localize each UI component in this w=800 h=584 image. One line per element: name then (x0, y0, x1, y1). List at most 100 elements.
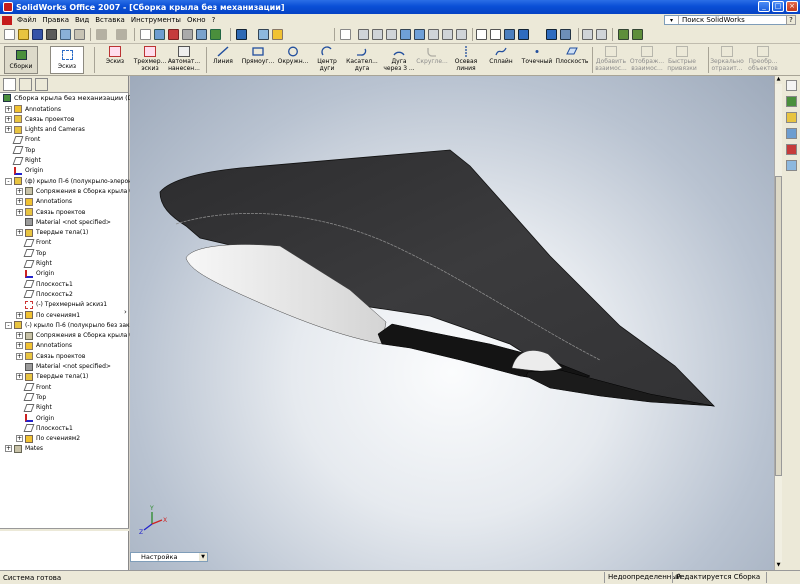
hidden-lines-removed-icon[interactable] (490, 29, 501, 40)
zoom-in-out-icon[interactable] (386, 29, 397, 40)
hidden-lines-visible-icon[interactable] (476, 29, 487, 40)
select-icon[interactable] (140, 29, 151, 40)
document-icon[interactable] (2, 15, 12, 25)
tree-item[interactable]: Right (0, 259, 52, 269)
tree-item[interactable]: Front (0, 382, 51, 392)
undo-icon[interactable] (96, 29, 107, 40)
scroll-up-icon[interactable]: ▲ (775, 76, 782, 84)
menu-insert[interactable]: Вставка (92, 16, 128, 24)
centerline-button[interactable]: Осевая линия (452, 46, 480, 74)
tree-root[interactable]: Сборка крыла без механизации (Defa (3, 94, 143, 102)
expand-icon[interactable]: + (5, 445, 12, 453)
zoom-window-icon[interactable] (258, 29, 269, 40)
tree-item[interactable]: + Mates (0, 444, 43, 454)
tree-item[interactable]: + По сечениям2 (0, 434, 80, 444)
wireframe-icon[interactable] (456, 29, 467, 40)
shaded-with-edges-icon[interactable] (504, 29, 515, 40)
search-box[interactable]: ▾ Поиск SolidWorks ? (664, 15, 796, 25)
search-icon[interactable] (786, 128, 797, 139)
new-document-icon[interactable] (4, 29, 15, 40)
search-input[interactable]: Поиск SolidWorks (679, 16, 745, 24)
menu-tools[interactable]: Инструменты (128, 16, 184, 24)
display-relations-button[interactable]: Отображ... взаимос... (630, 46, 664, 74)
collapse-icon[interactable]: - (5, 321, 12, 329)
options-icon[interactable] (196, 29, 207, 40)
tree-item[interactable]: Top (0, 248, 46, 258)
tree-item[interactable]: - (-) крыло П-6 (полукрыло без закр (0, 320, 133, 330)
menu-window[interactable]: Окно (184, 16, 209, 24)
search-dropdown-icon[interactable]: ▾ (665, 16, 679, 24)
tree-item[interactable]: (-) Трехмерный эскиз1 (0, 300, 107, 310)
expand-icon[interactable]: + (16, 342, 23, 350)
panel-splitter[interactable] (0, 528, 129, 531)
tree-item[interactable]: Плоскость1 (0, 279, 73, 289)
menu-file[interactable]: Файл (14, 16, 39, 24)
tree-item[interactable]: + Твердые тела(1) (0, 228, 88, 238)
menu-edit[interactable]: Правка (39, 16, 72, 24)
file-explorer-icon[interactable] (786, 112, 797, 123)
resources-icon[interactable] (786, 80, 797, 91)
open-icon[interactable] (18, 29, 29, 40)
expand-icon[interactable]: + (16, 373, 23, 381)
plane-button[interactable]: Плоскость (556, 46, 588, 74)
rebuild-icon[interactable] (154, 29, 165, 40)
design-library-icon[interactable] (786, 96, 797, 107)
expand-icon[interactable]: + (16, 352, 23, 360)
shadows-icon[interactable] (546, 29, 557, 40)
traffic-light-icon[interactable] (168, 29, 179, 40)
print-preview-icon[interactable] (60, 29, 71, 40)
rectangle-button[interactable]: Прямоуг... (240, 46, 276, 74)
expand-icon[interactable]: + (16, 187, 23, 195)
expand-icon[interactable]: + (5, 115, 12, 123)
expand-icon[interactable]: + (5, 105, 12, 113)
tree-item[interactable]: Front (0, 238, 51, 248)
feature-tree-tab-icon[interactable] (3, 78, 16, 91)
tree-item[interactable]: + По сечениям1 (0, 310, 80, 320)
render-icon[interactable] (632, 29, 643, 40)
tree-item[interactable]: Top (0, 145, 35, 155)
mirror-entities-button[interactable]: Зеркально отразит... (710, 46, 744, 74)
expand-icon[interactable]: + (16, 435, 23, 443)
menu-view[interactable]: Вид (72, 16, 92, 24)
expand-icon[interactable]: + (16, 198, 23, 206)
tree-item[interactable]: Origin (0, 413, 54, 423)
expand-icon[interactable]: + (16, 229, 23, 237)
tab-sketch[interactable]: Эскиз (50, 46, 84, 74)
close-button[interactable]: × (786, 1, 798, 12)
tree-item[interactable]: + Annotations (0, 341, 72, 351)
redo-icon[interactable] (116, 29, 127, 40)
tree-item[interactable]: + Annotations (0, 197, 72, 207)
tree-item[interactable]: + Сопряжения в Сборка крыла б (0, 331, 133, 341)
sketch-button[interactable]: Эскиз (104, 46, 126, 74)
tree-item[interactable]: Плоскость1 (0, 423, 73, 433)
expand-icon[interactable]: + (16, 311, 23, 319)
configuration-manager-tab-icon[interactable] (35, 78, 48, 91)
tree-item[interactable]: Right (0, 156, 41, 166)
view-palette-icon[interactable] (786, 144, 797, 155)
file-properties-icon[interactable] (182, 29, 193, 40)
front-view-icon[interactable] (596, 29, 607, 40)
smart-dimension-button[interactable]: Автомат... нанесен... (166, 46, 202, 74)
tree-item[interactable]: + Твердые тела(1) (0, 372, 88, 382)
select-filter-icon[interactable] (340, 29, 351, 40)
scroll-thumb[interactable] (775, 176, 782, 476)
zoom-area-icon[interactable] (372, 29, 383, 40)
view-orientation-icon[interactable] (236, 29, 247, 40)
tree-item[interactable]: + Lights and Cameras (0, 125, 85, 135)
tree-item[interactable]: Origin (0, 166, 43, 176)
tree-item[interactable]: + Сопряжения в Сборка крыла б (0, 186, 133, 196)
top-view-icon[interactable] (582, 29, 593, 40)
graphics-area[interactable]: Y X Z (130, 76, 774, 570)
expand-icon[interactable]: + (16, 332, 23, 340)
quick-snaps-button[interactable]: Быстрые привязки (666, 46, 698, 74)
add-relation-button[interactable]: Добавить взаимос... (594, 46, 628, 74)
collapse-panel-handle[interactable]: › (124, 308, 129, 320)
pan-icon[interactable] (414, 29, 425, 40)
rotate-view-icon[interactable] (400, 29, 411, 40)
3d-sketch-button[interactable]: Трехмер... эскиз (134, 46, 166, 74)
photoworks-icon[interactable] (618, 29, 629, 40)
collapse-icon[interactable]: - (5, 177, 12, 185)
help-icon[interactable] (272, 29, 283, 40)
scroll-down-icon[interactable]: ▼ (775, 562, 782, 570)
shaded-icon[interactable] (518, 29, 529, 40)
